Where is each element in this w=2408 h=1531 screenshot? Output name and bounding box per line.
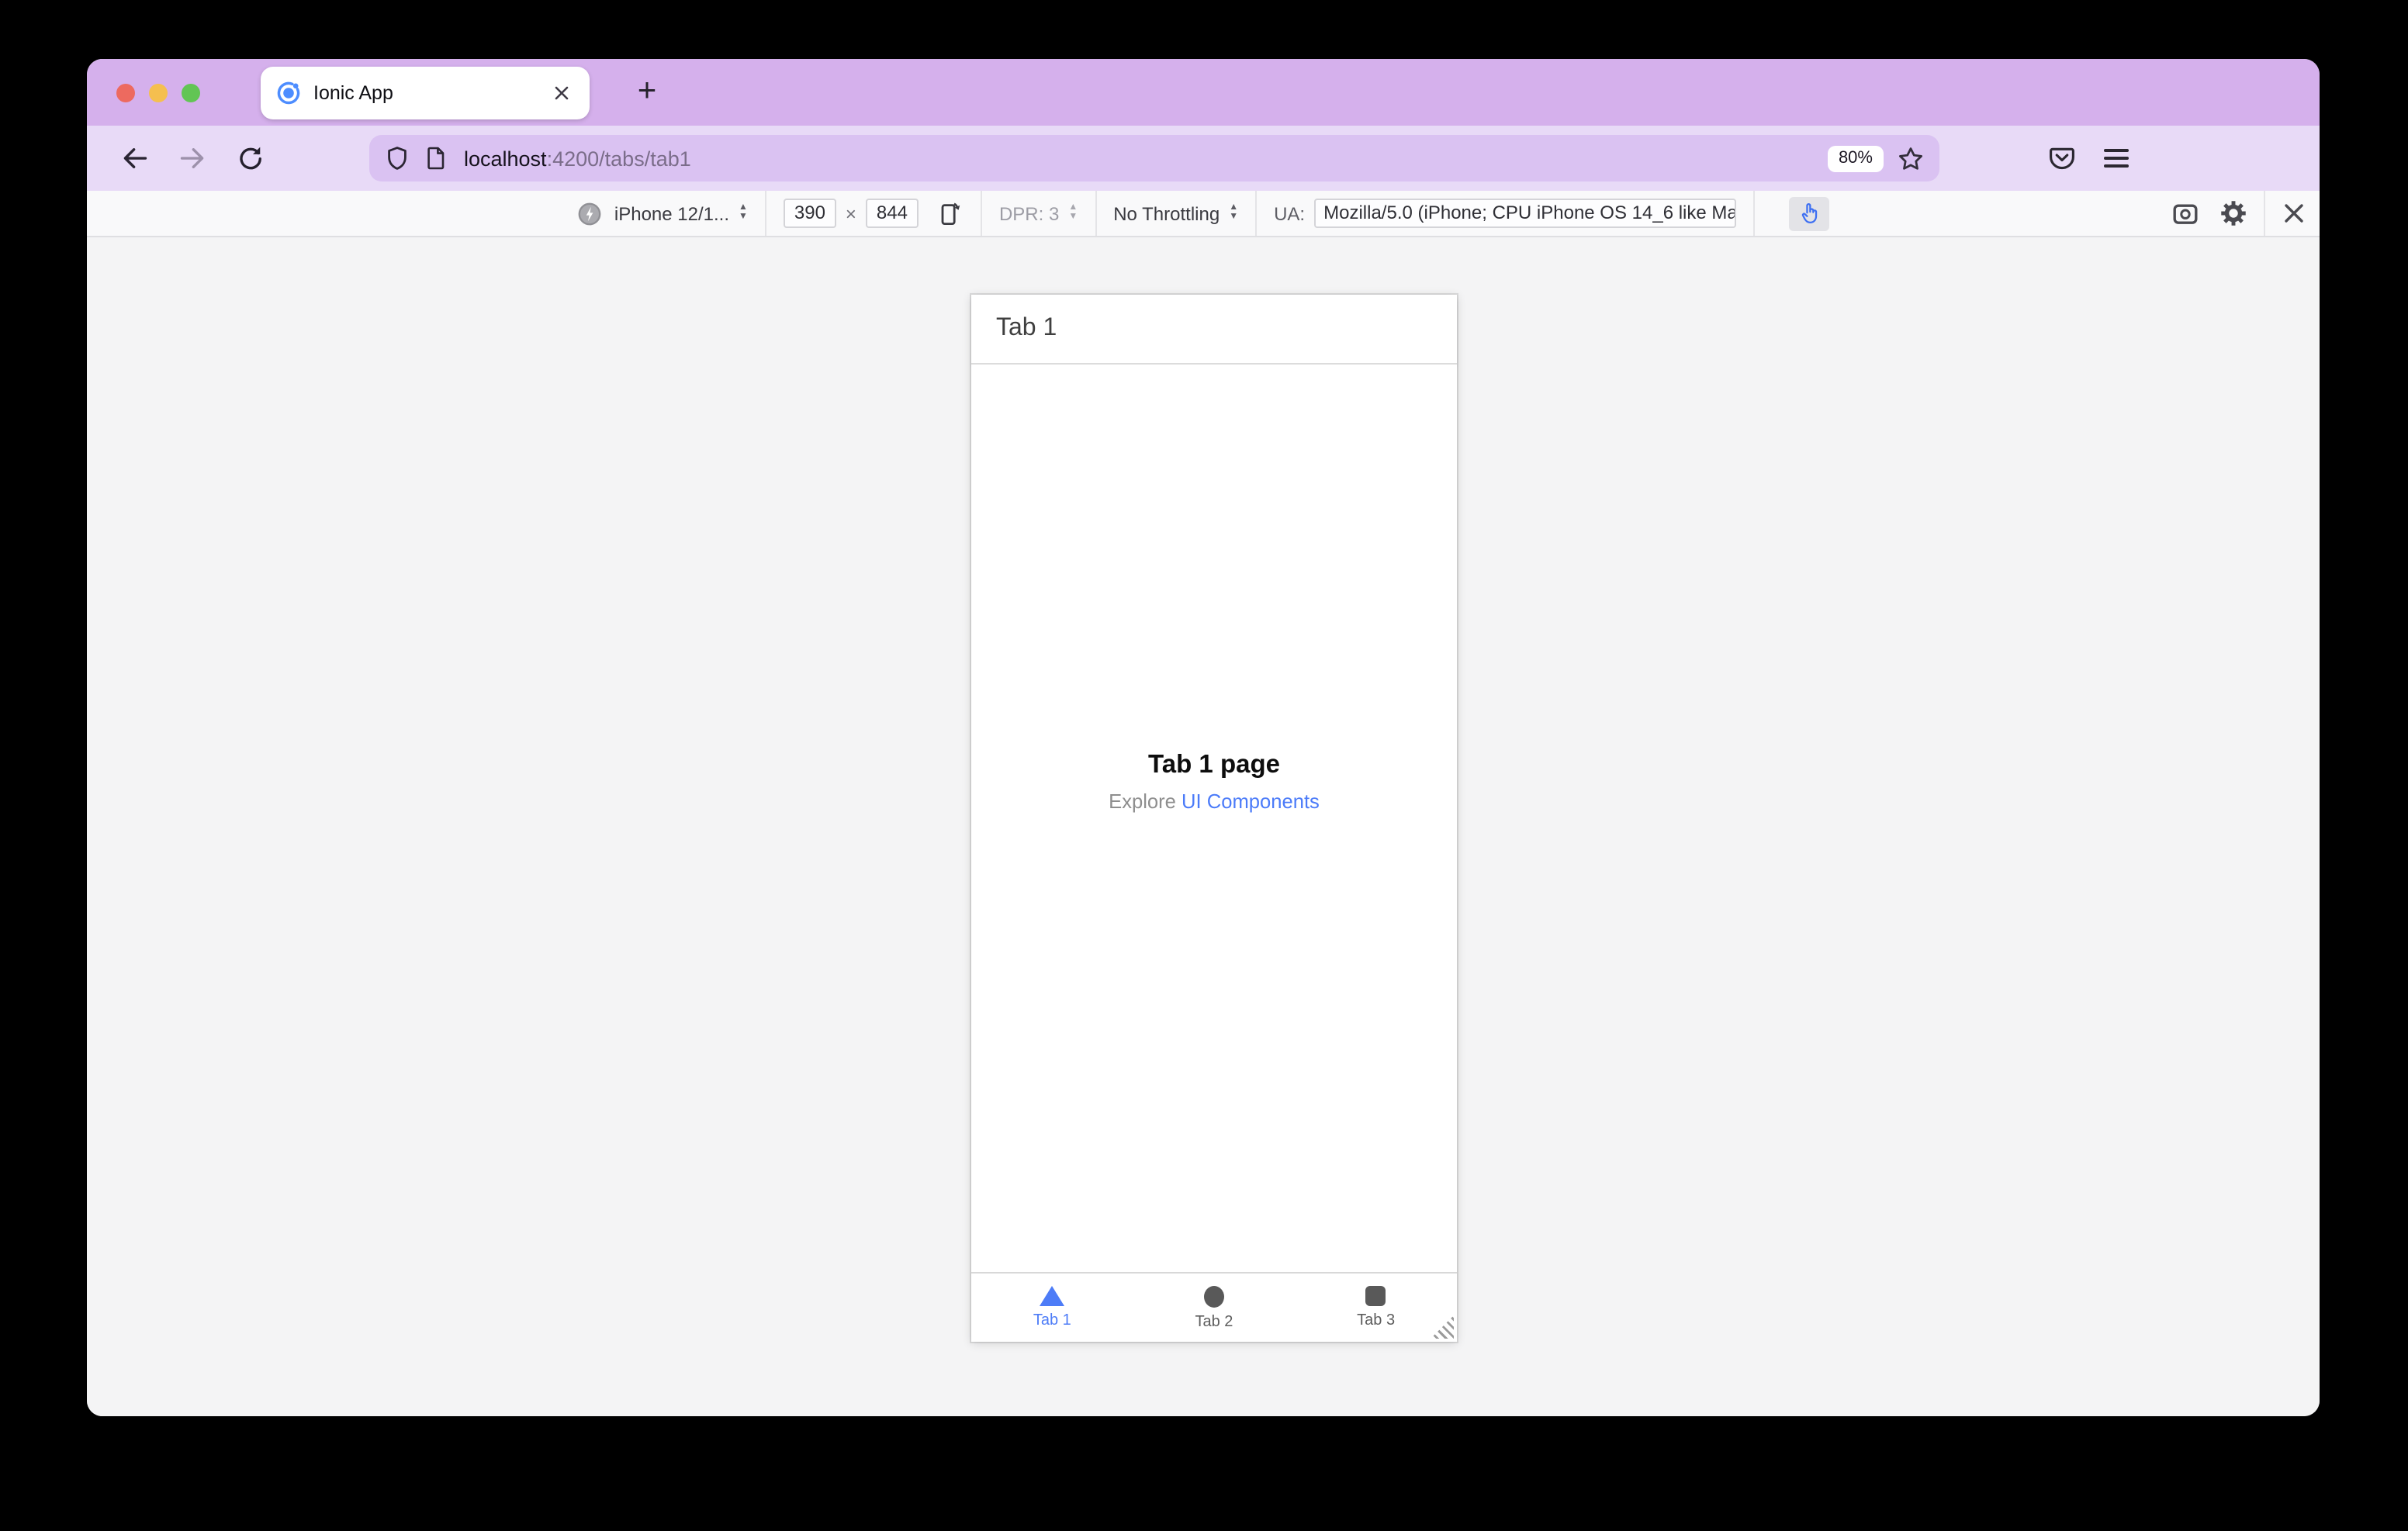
url-bar[interactable]: localhost:4200/tabs/tab1 80% [369, 135, 1939, 181]
device-stepper-icon: ▲ ▼ [739, 203, 748, 221]
ionic-header-title: Tab 1 [996, 315, 1057, 341]
square-icon [1365, 1286, 1386, 1306]
toolbar-separator [980, 191, 982, 236]
user-agent-control: UA: Mozilla/5.0 (iPhone; CPU iPhone OS 1… [1274, 191, 1737, 236]
url-path: :4200/tabs/tab1 [546, 147, 691, 170]
device-selector-label: iPhone 12/1... [614, 202, 729, 224]
navbar-right-buttons [2048, 144, 2138, 172]
window-titlebar: Ionic App + [87, 59, 2320, 126]
dpr-stepper-icon: ▲ ▼ [1068, 203, 1078, 221]
rdm-toolbar: iPhone 12/1... ▲ ▼ 390 × 844 DPR: 3 ▲ ▼ … [87, 191, 2320, 237]
toolbar-separator [2264, 191, 2265, 236]
ellipse-icon [1203, 1285, 1224, 1307]
tab-title: Ionic App [313, 82, 393, 104]
tab-close-icon[interactable] [549, 81, 574, 105]
new-tab-button[interactable]: + [627, 71, 667, 112]
viewport-size-controls: 390 × 844 [783, 191, 964, 236]
url-text: localhost:4200/tabs/tab1 [464, 147, 691, 170]
explore-container: Tab 1 page Explore UI Components [971, 751, 1457, 813]
toolbar-separator [1753, 191, 1756, 236]
url-host: localhost [464, 147, 547, 170]
ua-label: UA: [1274, 202, 1306, 224]
zoom-level-badge[interactable]: 80% [1827, 145, 1884, 171]
explore-prefix: Explore [1109, 790, 1182, 814]
touch-simulation-button[interactable] [1789, 196, 1830, 230]
settings-gear-icon[interactable] [2220, 200, 2247, 226]
toolbar-separator [1255, 191, 1258, 236]
navigation-toolbar: localhost:4200/tabs/tab1 80% [87, 126, 2320, 191]
triangle-icon [1040, 1286, 1065, 1306]
reload-button[interactable] [227, 135, 273, 181]
dpr-label: DPR: 3 [998, 202, 1060, 224]
device-selector[interactable]: iPhone 12/1... ▲ ▼ [577, 191, 748, 236]
device-viewport: Tab 1 Tab 1 page Explore UI Components T… [971, 295, 1457, 1342]
browser-tab-ionic-app[interactable]: Ionic App [261, 67, 590, 119]
toolbar-separator [764, 191, 766, 236]
screenshot-camera-icon[interactable] [2172, 200, 2199, 226]
rdm-right-buttons [2172, 191, 2306, 236]
tab-label: Tab 1 [1033, 1312, 1071, 1329]
toolbar-separator [1095, 191, 1097, 236]
ionic-content: Tab 1 page Explore UI Components [971, 365, 1457, 1272]
ui-components-link[interactable]: UI Components [1182, 790, 1320, 813]
tab-label: Tab 3 [1357, 1312, 1396, 1329]
tab-button-tab3[interactable]: Tab 3 [1295, 1274, 1457, 1342]
throttling-label: No Throttling [1113, 202, 1220, 224]
ua-input[interactable]: Mozilla/5.0 (iPhone; CPU iPhone OS 14_6 … [1314, 199, 1737, 228]
ionic-tab-bar: Tab 1 Tab 2 Tab 3 [971, 1272, 1457, 1342]
pocket-icon[interactable] [2048, 144, 2076, 172]
throttling-selector[interactable]: No Throttling ▲ ▼ [1113, 191, 1238, 236]
ionic-header: Tab 1 [971, 295, 1457, 365]
browser-window: Ionic App + localhost:4200/tabs/tab1 80%… [87, 59, 2320, 1416]
tab-label: Tab 2 [1195, 1313, 1233, 1330]
maximize-window-button[interactable] [182, 84, 200, 102]
window-controls [116, 84, 200, 102]
throttling-stepper-icon: ▲ ▼ [1229, 203, 1239, 221]
viewport-width-input[interactable]: 390 [783, 199, 836, 228]
close-window-button[interactable] [116, 84, 135, 102]
tab-button-tab1[interactable]: Tab 1 [971, 1274, 1133, 1342]
page-title: Tab 1 page [1148, 751, 1280, 779]
lightning-circle-icon [577, 201, 602, 226]
tab-button-tab2[interactable]: Tab 2 [1133, 1274, 1296, 1342]
bookmark-star-icon[interactable] [1898, 145, 1924, 171]
dpr-selector[interactable]: DPR: 3 ▲ ▼ [999, 191, 1078, 236]
rotate-viewport-icon[interactable] [937, 200, 964, 226]
forward-button[interactable] [169, 135, 216, 181]
close-rdm-icon[interactable] [2282, 202, 2306, 225]
dimension-separator: × [845, 202, 856, 224]
menu-icon[interactable] [2104, 144, 2129, 172]
minimize-window-button[interactable] [149, 84, 168, 102]
back-button[interactable] [112, 135, 158, 181]
screen: Ionic App + localhost:4200/tabs/tab1 80%… [0, 0, 2408, 1531]
explore-text: Explore UI Components [971, 790, 1457, 813]
page-info-icon[interactable] [424, 146, 448, 171]
rdm-content-area: Tab 1 Tab 1 page Explore UI Components T… [87, 237, 2320, 1416]
shield-icon[interactable] [385, 146, 410, 171]
ionic-favicon-icon [276, 81, 301, 105]
viewport-height-input[interactable]: 844 [865, 199, 919, 228]
